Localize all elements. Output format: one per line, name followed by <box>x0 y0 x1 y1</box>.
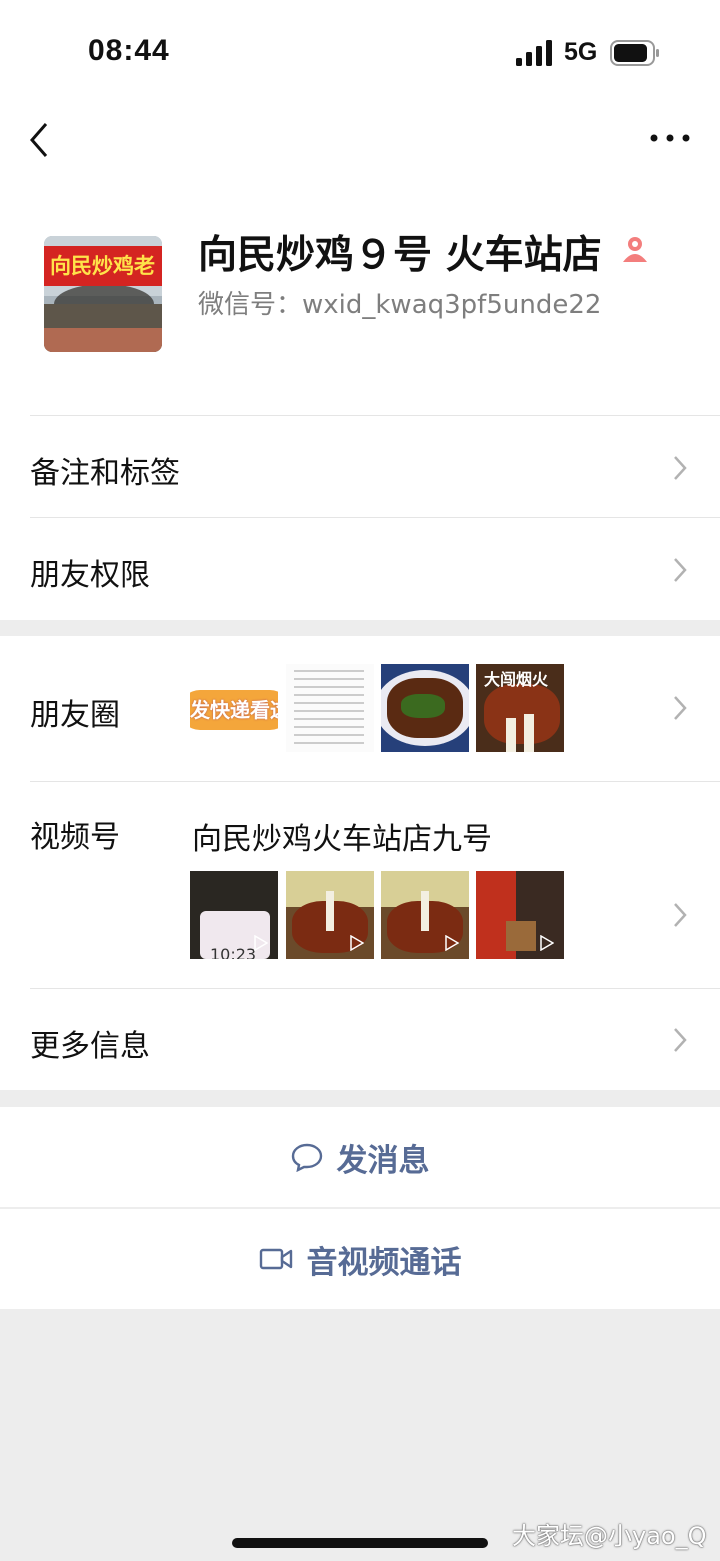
chevron-right-icon <box>674 1028 687 1052</box>
moments-thumbnail: 发快递看这 <box>190 664 278 752</box>
profile-card <box>0 100 720 620</box>
channel-video-thumbnail[interactable] <box>381 871 469 959</box>
av-call-label: 音视频通话 <box>306 1244 462 1281</box>
watermark: 大家坛@小yao_Q <box>512 1522 707 1550</box>
back-arrow-icon[interactable] <box>26 120 56 160</box>
divider <box>30 415 720 416</box>
signal-icon <box>516 40 552 66</box>
avatar-sign-text: 向民炒鸡老 <box>50 254 155 278</box>
divider <box>30 781 720 782</box>
profile-name: 向民炒鸡９号 火车站店 <box>198 233 602 278</box>
chevron-right-icon <box>674 558 687 582</box>
chevron-right-icon <box>674 456 687 480</box>
av-call-button[interactable]: 音视频通话 <box>0 1209 720 1309</box>
chevron-right-icon <box>674 696 687 720</box>
remarks-tags-item[interactable]: 备注和标签 <box>30 448 180 492</box>
wechat-id: 微信号：wxid_kwaq3pf5unde22 <box>198 290 602 320</box>
channels-name: 向民炒鸡火车站店九号 <box>192 822 492 857</box>
more-info-item[interactable]: 更多信息 <box>30 1021 150 1065</box>
divider <box>30 517 720 518</box>
more-options-icon[interactable] <box>648 126 692 150</box>
friend-permissions-item[interactable]: 朋友权限 <box>30 550 150 594</box>
send-message-button[interactable]: 发消息 <box>0 1107 720 1207</box>
channels-item[interactable]: 视频号 <box>30 812 120 856</box>
avatar[interactable]: 向民炒鸡老 <box>44 236 162 352</box>
divider <box>30 988 720 989</box>
status-bar: 08:44 5G <box>0 0 720 100</box>
battery-icon <box>610 40 659 66</box>
send-message-label: 发消息 <box>336 1142 430 1179</box>
moments-thumbnail: 大闯烟火 <box>476 664 564 752</box>
video-camera-icon <box>259 1248 292 1270</box>
female-gender-icon <box>623 237 647 262</box>
chevron-right-icon <box>674 903 687 927</box>
status-time: 08:44 <box>88 34 170 67</box>
chat-bubble-icon <box>291 1143 322 1172</box>
home-indicator[interactable] <box>232 1538 488 1548</box>
moments-thumbnail <box>286 664 374 752</box>
channel-video-thumbnail[interactable]: 10:23 <box>190 871 278 959</box>
moments-thumbnail <box>381 664 469 752</box>
channel-video-thumbnail[interactable] <box>476 871 564 959</box>
network-type: 5G <box>564 38 598 66</box>
channel-video-thumbnail[interactable] <box>286 871 374 959</box>
moments-item[interactable]: 朋友圈 <box>30 690 120 734</box>
